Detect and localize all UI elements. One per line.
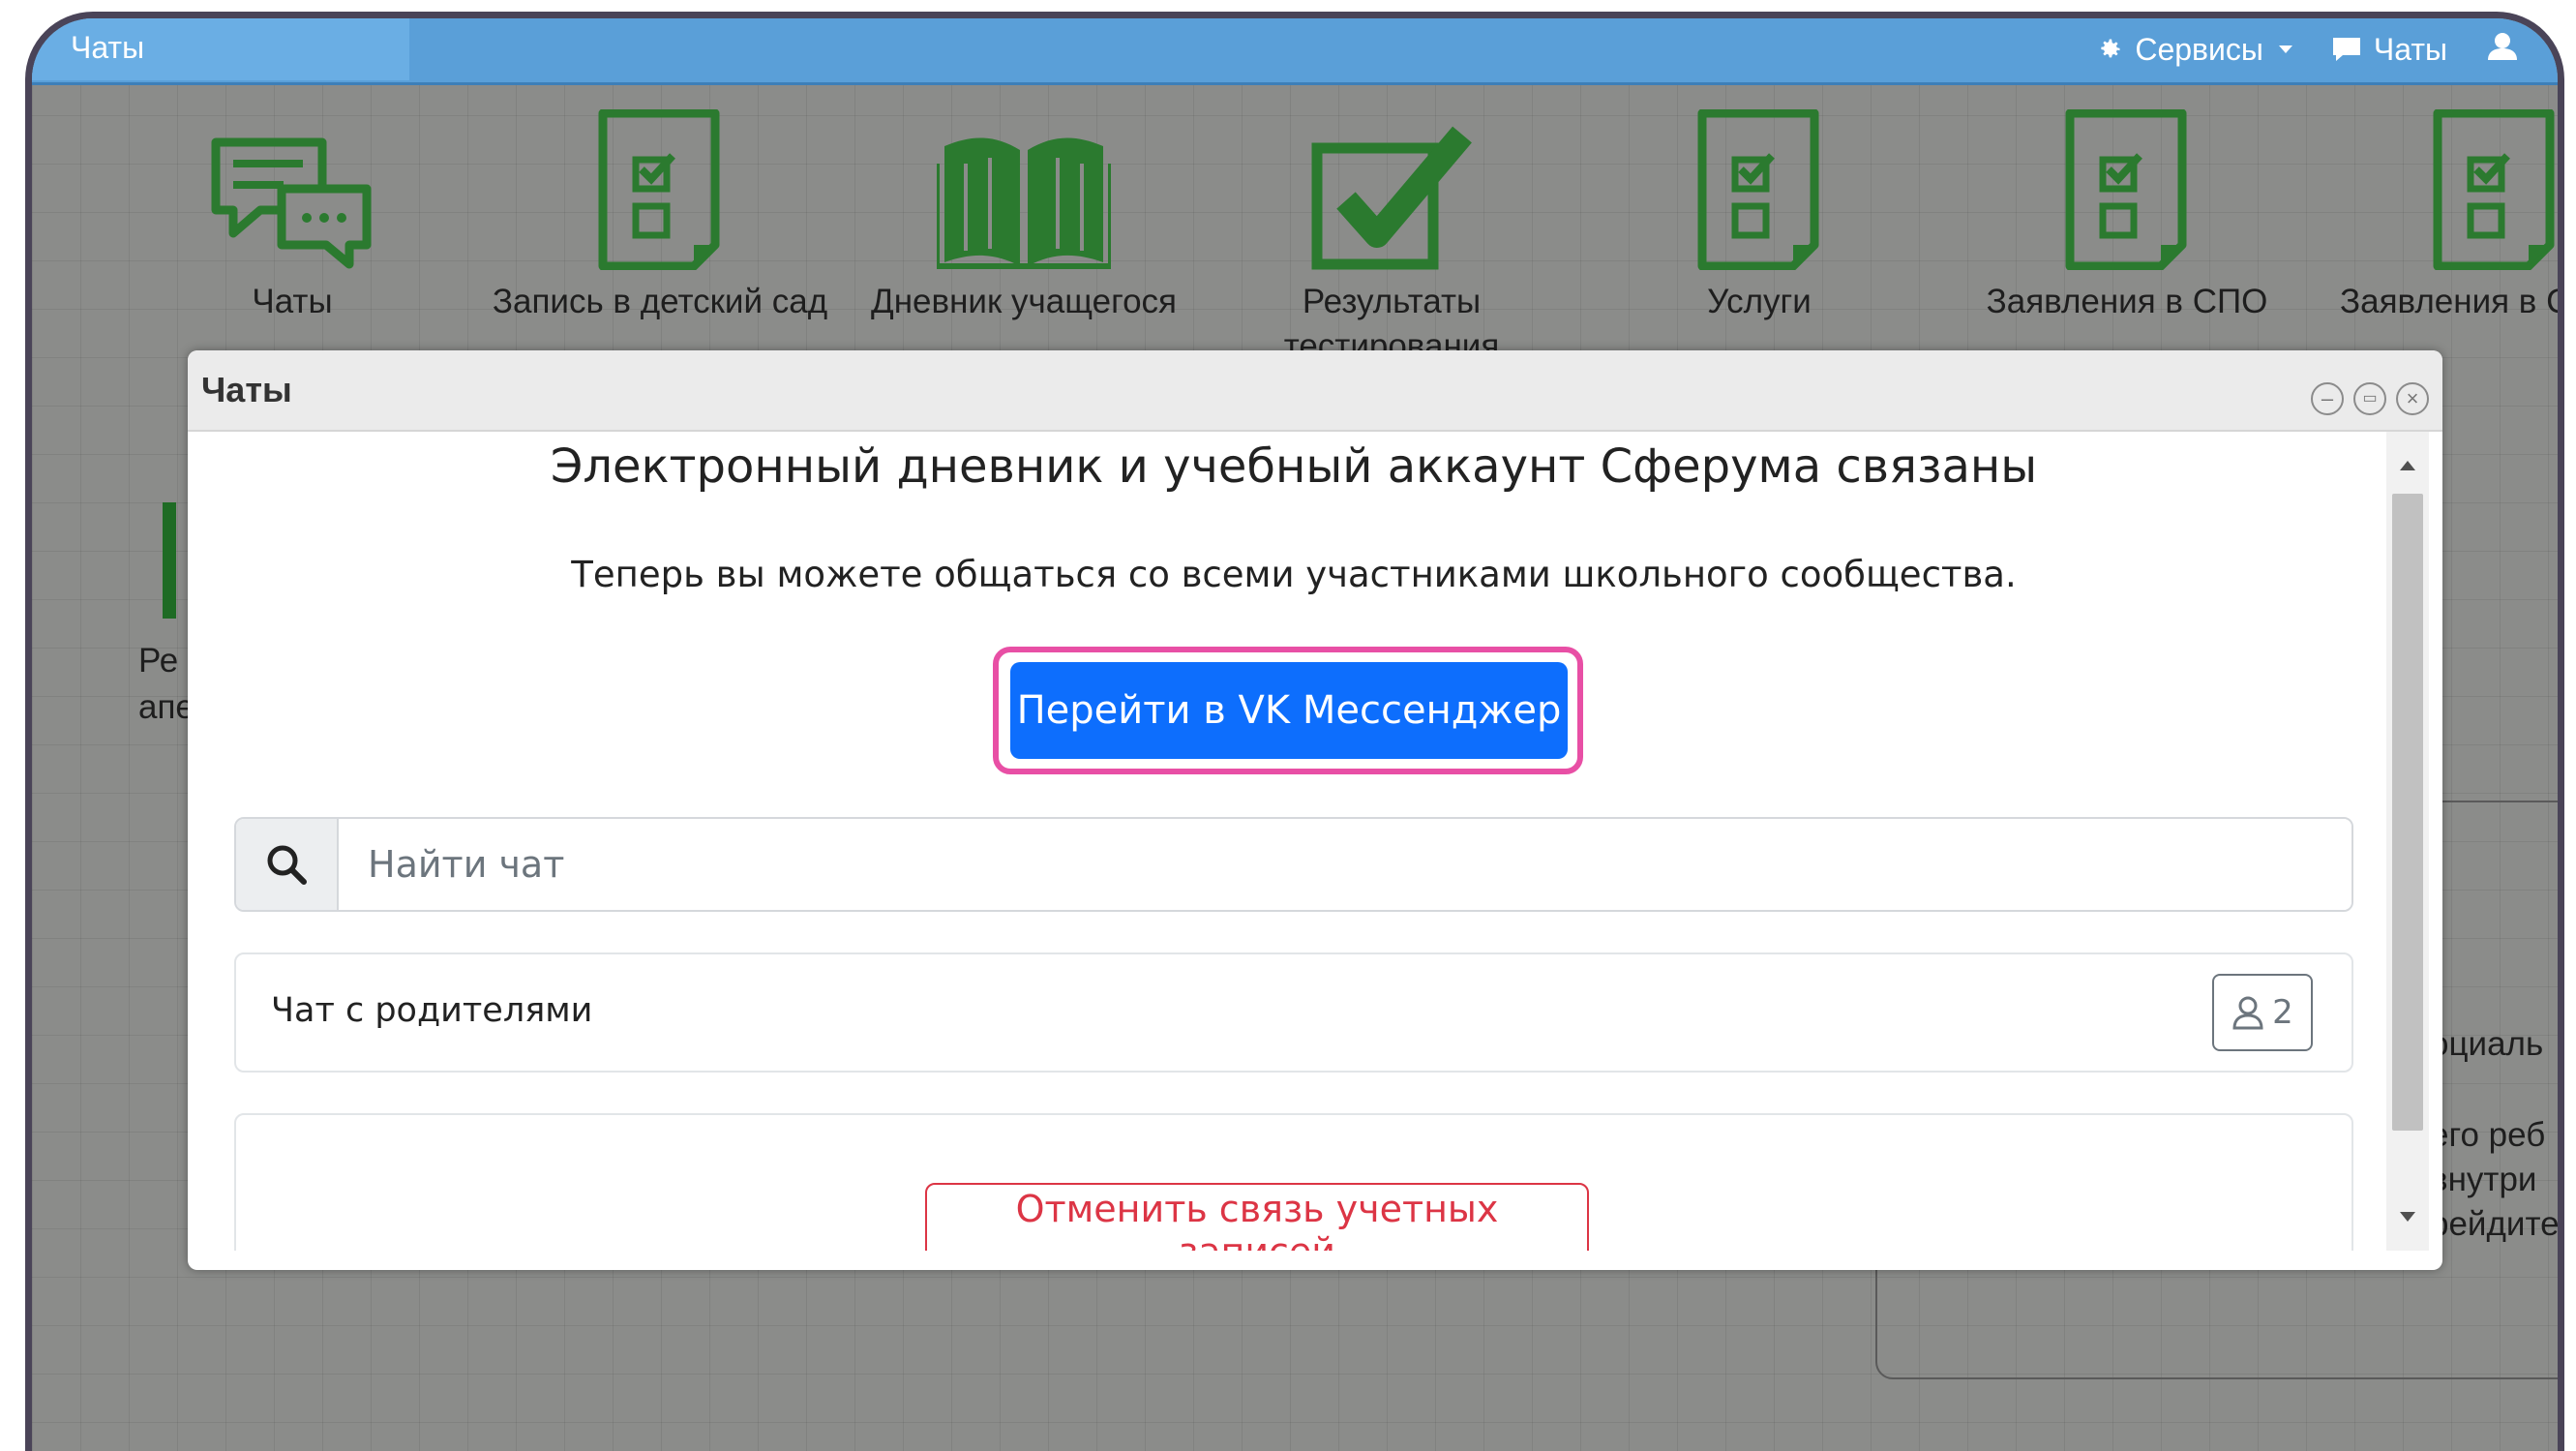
services-menu[interactable]: Сервисы [2096,32,2292,68]
gear-icon [2101,39,2120,58]
tile-chats[interactable]: Чаты [118,115,466,369]
tile-partial-left[interactable]: Ре апе [138,502,195,731]
chats-modal: Чаты – ▭ × Электронный дневник и учебный… [188,350,2442,1270]
chat-name: Чат с родителями [271,991,593,1030]
scroll-down-icon[interactable] [2400,1212,2415,1222]
background-text: рейдите [2430,1205,2560,1243]
checklist-doc-icon [486,109,834,270]
modal-subtext: Теперь вы можете общаться со всеми участ… [571,554,2017,595]
person-icon [2232,996,2263,1030]
chats-label: Чаты [2373,31,2447,67]
modal-title: Чаты [201,370,292,409]
background-text: внутри [2430,1161,2537,1198]
checklist-doc-icon [1585,109,1933,270]
background-text: его реб [2430,1116,2546,1154]
tile-spo-applications[interactable]: Заявления в СПО [1953,109,2301,369]
scroll-thumb[interactable] [2392,494,2423,1131]
tile-diary[interactable]: Дневник учащегося [850,115,1198,369]
search-icon[interactable] [236,819,339,910]
search-input[interactable] [339,819,2351,910]
tile-applications-partial[interactable]: Заявления в С [2321,109,2558,369]
modal-body: Электронный дневник и учебный аккаунт Сф… [201,430,2386,1251]
comment-icon [2332,38,2360,61]
background-text: оциаль [2430,1025,2544,1063]
scrollbar[interactable] [2386,432,2429,1251]
unlink-accounts-button[interactable]: Отменить связь учетных записей [925,1183,1589,1251]
checkbox-checked-icon [1217,115,1566,270]
services-label: Сервисы [2135,31,2263,67]
open-vk-messenger-button[interactable]: Перейти в VK Мессенджер [1010,662,1568,759]
checklist-doc-icon [2321,109,2558,270]
maximize-icon[interactable]: ▭ [2353,382,2386,415]
close-icon[interactable]: × [2396,382,2429,415]
top-bar: Чаты Сервисы Чаты [32,18,2558,85]
minimize-icon[interactable]: – [2311,382,2344,415]
tile-services[interactable]: Услуги [1585,109,1933,369]
open-book-icon [850,115,1198,270]
tile-label-partial: Ре апе [138,642,195,726]
chats-menu[interactable]: Чаты [2331,32,2447,68]
members-count: 2 [2272,993,2293,1032]
top-tab-chats[interactable]: Чаты [32,18,409,80]
chevron-down-icon [2278,45,2292,53]
user-icon[interactable] [2486,31,2519,68]
modal-header[interactable]: Чаты – ▭ × [188,350,2442,432]
chat-bubbles-icon [118,115,466,270]
tile-kindergarten[interactable]: Запись в детский сад [486,109,834,369]
checklist-doc-icon [1953,109,2301,270]
scroll-up-icon[interactable] [2400,461,2415,470]
chat-search [234,817,2353,912]
members-badge[interactable]: 2 [2212,974,2313,1051]
tile-icon-partial [163,502,176,619]
tile-test-results[interactable]: Результаты тестирования [1217,115,1566,369]
modal-heading: Электронный дневник и учебный аккаунт Сф… [550,439,2038,494]
list-item[interactable]: Чат с родителями 2 [234,952,2353,1073]
